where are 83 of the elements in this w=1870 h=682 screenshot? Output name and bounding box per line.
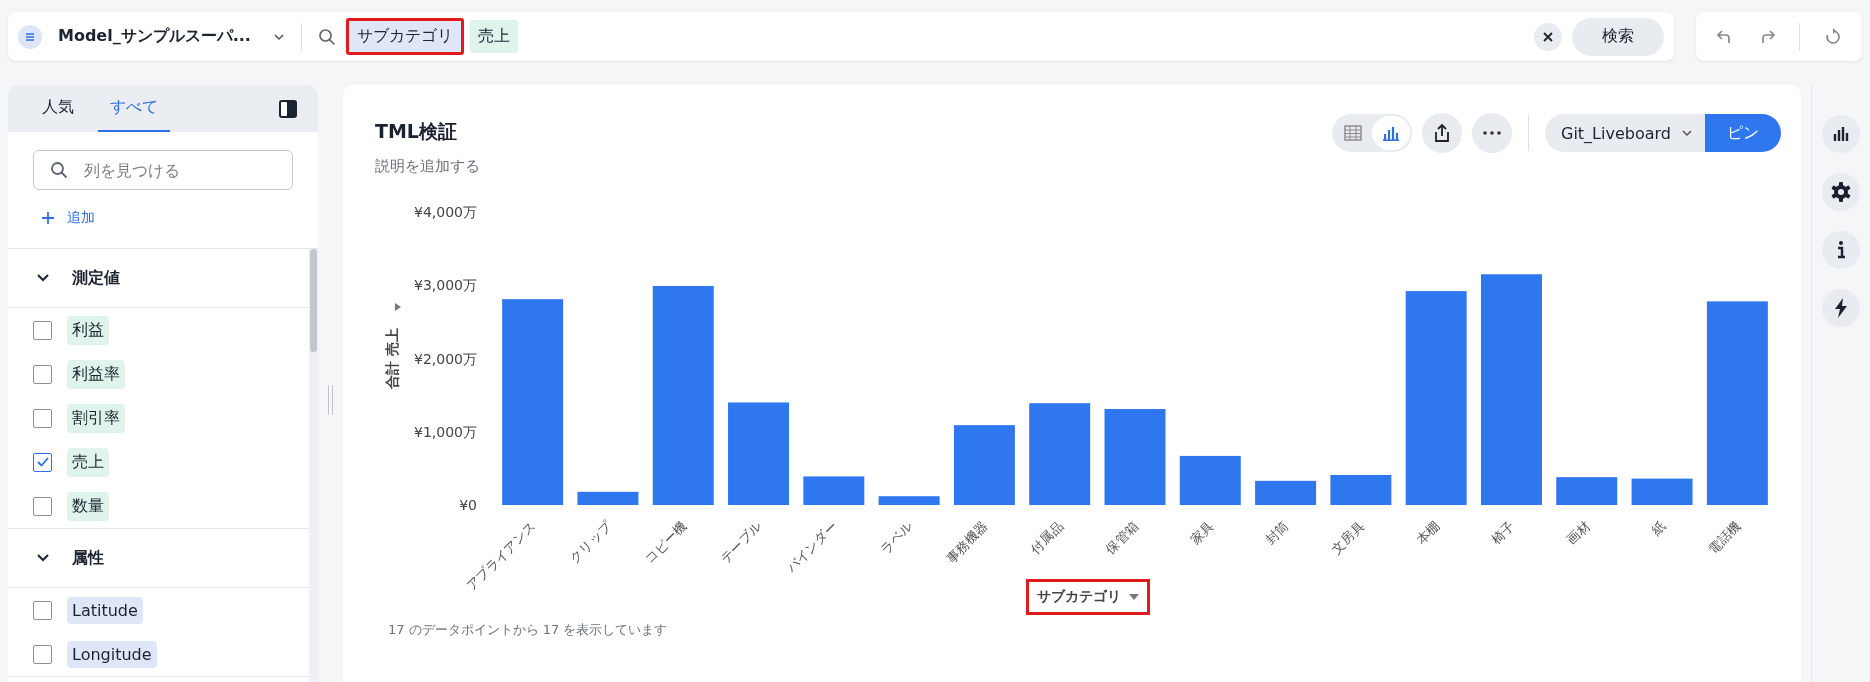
- caret-icon[interactable]: [395, 303, 401, 311]
- x-tick-label: 家具: [1187, 518, 1217, 548]
- x-tick-label: 画材: [1563, 518, 1593, 548]
- x-tick-label: 保管箱: [1102, 518, 1142, 557]
- bar-chart-icon[interactable]: [1822, 115, 1860, 153]
- x-tick-label: 紙: [1648, 518, 1669, 539]
- bar[interactable]: [1179, 455, 1241, 505]
- menu-icon[interactable]: [18, 24, 42, 49]
- caret-icon: [1129, 594, 1139, 600]
- x-tick-label: ラベル: [877, 518, 916, 557]
- scrollbar-thumb[interactable]: [310, 249, 317, 352]
- x-tick-label: コピー機: [642, 518, 690, 566]
- column-chip[interactable]: 割引率: [67, 403, 125, 433]
- section-title[interactable]: 属性: [72, 547, 104, 569]
- x-tick-label: バインダー: [783, 518, 840, 576]
- x-tick-label: クリップ: [566, 518, 615, 566]
- add-button[interactable]: 追加: [41, 209, 95, 227]
- clear-button[interactable]: [1534, 22, 1562, 51]
- resize-handle[interactable]: [328, 385, 333, 415]
- search-icon: [50, 161, 68, 179]
- y-tick-label: ¥1,000万: [414, 423, 477, 440]
- y-tick-label: ¥3,000万: [414, 277, 477, 294]
- x-tick-label: 封筒: [1262, 518, 1292, 548]
- y-tick-label: ¥0: [459, 497, 477, 513]
- bar[interactable]: [1631, 478, 1693, 505]
- bar[interactable]: [1104, 409, 1166, 505]
- checkmark-icon: [35, 455, 50, 469]
- column-chip[interactable]: 利益: [67, 315, 109, 345]
- checkbox[interactable]: [33, 600, 52, 620]
- search-button[interactable]: 検索: [1572, 17, 1664, 56]
- sidebar-tab[interactable]: 人気: [30, 85, 86, 132]
- checkbox[interactable]: [33, 496, 52, 516]
- search-token[interactable]: サブカテゴリ: [345, 18, 464, 55]
- liveboard-dropdown[interactable]: Git_Liveboard: [1545, 114, 1705, 152]
- bar[interactable]: [878, 496, 940, 505]
- pin-button[interactable]: ピン: [1705, 114, 1781, 152]
- close-icon: [1542, 30, 1554, 43]
- checkbox[interactable]: [33, 644, 52, 664]
- plus-icon: [41, 211, 55, 225]
- sidebar-tab[interactable]: すべて: [98, 85, 170, 132]
- description-placeholder[interactable]: 説明を追加する: [375, 157, 480, 176]
- checkbox[interactable]: [33, 320, 52, 340]
- section-title[interactable]: 測定値: [72, 267, 120, 289]
- bar[interactable]: [1706, 301, 1768, 505]
- column-chip[interactable]: Latitude: [67, 596, 143, 624]
- more-icon[interactable]: [1472, 113, 1512, 153]
- y-tick-label: ¥2,000万: [414, 350, 477, 367]
- x-tick-label: アプライアンス: [463, 518, 539, 593]
- checkbox[interactable]: [33, 452, 52, 472]
- search-icon: [317, 27, 336, 46]
- checkbox[interactable]: [33, 364, 52, 384]
- x-tick-label: 付属品: [1027, 518, 1066, 557]
- x-tick-label: 文房具: [1328, 518, 1367, 557]
- x-tick-label: テーブル: [717, 518, 765, 566]
- share-icon[interactable]: [1422, 113, 1462, 153]
- x-tick-label: 本棚: [1413, 518, 1443, 548]
- lightning-icon[interactable]: [1822, 289, 1860, 327]
- answer-title: TML検証: [375, 119, 458, 144]
- data-point-count: 17 のデータポイントから 17 を表示しています: [387, 621, 669, 639]
- column-chip[interactable]: 数量: [67, 491, 109, 521]
- reset-icon[interactable]: [1824, 27, 1843, 46]
- column-chip[interactable]: Longitude: [67, 640, 157, 668]
- bar[interactable]: [577, 491, 639, 505]
- y-tick-label: ¥4,000万: [414, 204, 477, 220]
- column-chip[interactable]: 利益率: [67, 359, 125, 389]
- info-icon[interactable]: [1822, 231, 1860, 269]
- y-axis-title[interactable]: 合計 売上: [384, 328, 400, 389]
- x-tick-label: 電話機: [1705, 518, 1744, 557]
- source-dropdown[interactable]: Model_サンプルスーパ...: [52, 26, 291, 47]
- settings-icon[interactable]: [1822, 173, 1860, 211]
- search-field[interactable]: 列を見つける: [33, 150, 293, 190]
- chevron-down-icon: [1681, 127, 1693, 139]
- bar[interactable]: [1255, 480, 1317, 505]
- search-token[interactable]: 売上: [469, 20, 518, 53]
- x-tick-label: 椅子: [1488, 518, 1518, 548]
- bar[interactable]: [1405, 291, 1467, 505]
- checkbox[interactable]: [33, 408, 52, 428]
- bar[interactable]: [1330, 474, 1392, 505]
- column-chip[interactable]: 売上: [67, 447, 109, 477]
- panel-toggle-icon[interactable]: [278, 98, 298, 119]
- x-axis-title[interactable]: サブカテゴリ: [1026, 579, 1150, 615]
- x-tick-label: 事務機器: [943, 518, 991, 566]
- bar[interactable]: [803, 476, 865, 505]
